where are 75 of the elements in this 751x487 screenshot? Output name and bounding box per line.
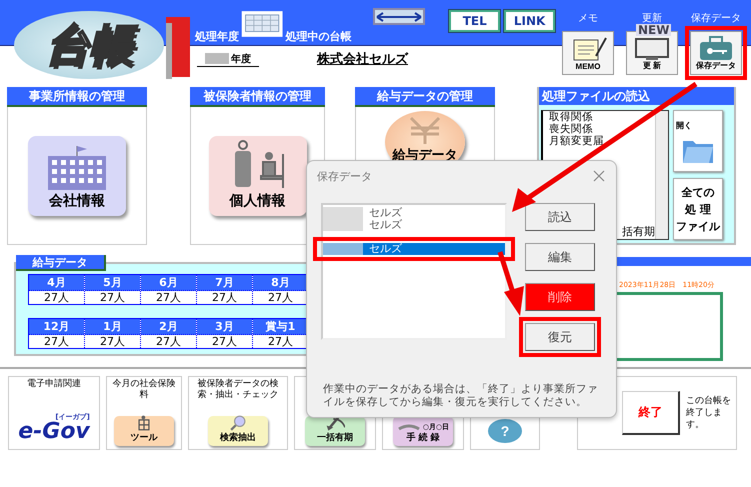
tool-label: メモ (578, 12, 598, 25)
card-title: 今月の社会保険料 (112, 378, 176, 402)
panel-title: 被保険者情報の管理 (190, 87, 325, 107)
month-header: 3月 (197, 319, 252, 335)
saved-data-item[interactable]: セルズ (323, 219, 505, 231)
month-header: 1月 (85, 319, 140, 335)
exit-note: この台帳を終了します。 (686, 395, 732, 431)
close-button[interactable] (592, 169, 606, 183)
tool-label: 更新 (642, 12, 662, 25)
saved-data-item[interactable]: セルズ (323, 207, 505, 219)
magnifier-icon (229, 415, 247, 431)
tool-label: 保存データ (691, 12, 741, 25)
all-files-button[interactable]: 全ての 処 理 ファイル (673, 178, 723, 240)
company-info-button[interactable]: 会社情報 (28, 136, 126, 216)
panel-title: 事業所情報の管理 (7, 87, 147, 107)
shovel-button[interactable]: 一括有期 (305, 416, 365, 446)
hand-icon (396, 423, 421, 431)
search-button[interactable]: 検索抽出 (208, 416, 268, 446)
file-list-item[interactable]: 喪失関係 (549, 123, 655, 135)
table-cell-text: 27人 (155, 335, 182, 348)
dialog-note: 作業中のデータがある場合は、「終了」より事業所ファイルを保存してから編集・復元を実行してください。 (323, 383, 599, 409)
table-cell-text: 27人 (211, 335, 238, 348)
worker-icon (136, 415, 152, 431)
table-cell-text: 27人 (99, 335, 126, 348)
card-title: 被保険者データの検索・抽出・チェック (196, 378, 280, 402)
month-header: 12月 (29, 319, 84, 335)
table-cell-text: 27人 (211, 291, 238, 304)
fiscal-year-field[interactable]: 年度 (197, 52, 259, 66)
monitor-icon (632, 38, 672, 60)
dialog-title: 保存データ (317, 168, 372, 184)
table-cell-text: 27人 (267, 291, 294, 304)
shovel-pickaxe-icon (325, 417, 345, 431)
new-label: NEW (636, 24, 672, 36)
current-ledger-label: 処理中の台帳 (285, 29, 352, 44)
tool-caption: MEMO (576, 62, 600, 71)
company-name: 株式会社セルズ (317, 51, 408, 68)
month-header: 賞与1 (253, 319, 308, 335)
table-cell-text: 27人 (155, 291, 182, 304)
month-header: 4月 (29, 275, 84, 291)
annotation-arrow (498, 251, 524, 316)
panel-title: 給与データの管理 (355, 87, 495, 107)
month-header: 5月 (85, 275, 140, 291)
month-header: 2月 (141, 319, 196, 335)
tool-button[interactable]: ツール (114, 416, 174, 446)
dialog-button[interactable]: 編集 (525, 243, 595, 271)
table-cell-text: 27人 (267, 335, 294, 348)
saved-data-item[interactable]: セルズ (323, 243, 505, 255)
fiscal-year-label: 処理年度 (195, 29, 239, 44)
panel-title: 処理ファイルの読込 (539, 87, 734, 105)
dialog-button[interactable]: 復元 (525, 323, 595, 351)
save-button[interactable]: 保存データ (690, 31, 742, 75)
swap-arrows-button[interactable] (373, 8, 426, 25)
month-header: 6月 (141, 275, 196, 291)
file-list-item[interactable]: 括有期 (622, 225, 655, 238)
exit-button[interactable]: 終了 (622, 391, 680, 435)
month-header: 7月 (197, 275, 252, 291)
file-list-item[interactable]: 取得関係 (549, 111, 655, 123)
header-button[interactable]: LINK (504, 10, 555, 32)
person-info-button[interactable]: 個人情報 (208, 136, 306, 216)
ledger-logo: 台帳 (14, 11, 164, 79)
file-list-item[interactable]: 月額変更届 (549, 135, 655, 147)
double-arrow-icon (375, 12, 424, 22)
memo-button[interactable]: MEMO (562, 31, 614, 75)
dialog-button[interactable]: 読込 (525, 203, 595, 231)
tool-caption: 保存データ (696, 60, 736, 71)
card-title: 電子申請関連 (26, 378, 82, 391)
tool-caption: 更 新 (642, 60, 662, 71)
table-cell-text: 27人 (43, 335, 70, 348)
close-icon (592, 169, 606, 183)
table-cell-text: 27人 (99, 291, 126, 304)
table-cell-text: 27人 (43, 291, 70, 304)
header-button[interactable]: TEL (449, 10, 500, 32)
month-header: 8月 (253, 275, 308, 291)
binder-icon (164, 17, 192, 79)
open-button[interactable]: 開く (673, 110, 723, 172)
